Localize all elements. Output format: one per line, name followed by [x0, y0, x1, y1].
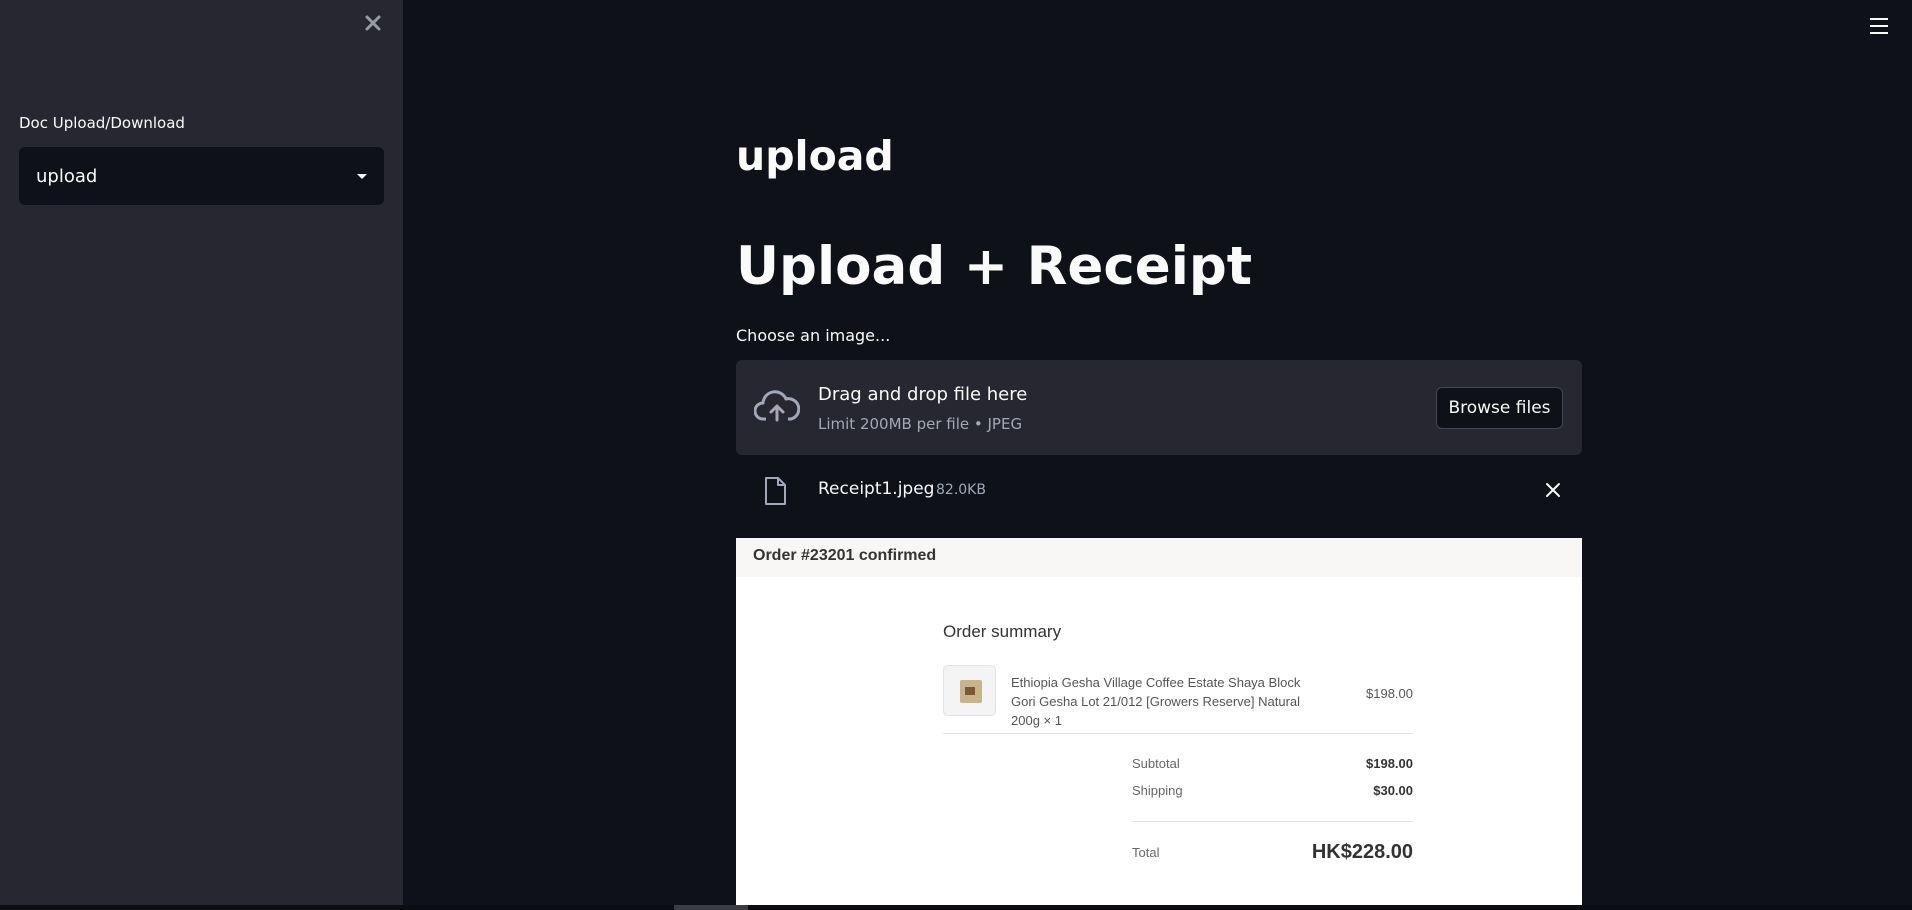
total-label: Total [1132, 845, 1160, 860]
chevron-down-icon [357, 173, 367, 179]
browse-files-button[interactable]: Browse files [1436, 387, 1563, 429]
sidebar: Doc Upload/Download upload [0, 0, 403, 905]
cloud-upload-icon [754, 390, 800, 422]
item-price: $198.00 [1366, 686, 1413, 701]
select-value: upload [36, 165, 98, 187]
page-title: Upload + Receipt [736, 236, 1253, 297]
uploaded-file: Receipt1.jpeg 82.0KB [736, 468, 1582, 512]
dropzone-limit: Limit 200MB per file • JPEG [818, 415, 1023, 433]
file-size: 82.0KB [936, 482, 986, 498]
divider [1132, 821, 1413, 822]
uploader-label: Choose an image... [736, 326, 891, 345]
shipping-value: $30.00 [1373, 783, 1413, 798]
order-title: Order #23201 confirmed [753, 547, 937, 564]
select-label: Doc Upload/Download [19, 114, 185, 132]
receipt-header-bar: Order #23201 confirmed [736, 538, 1582, 577]
file-dropzone[interactable]: Drag and drop file here Limit 200MB per … [736, 360, 1582, 455]
item-name: Ethiopia Gesha Village Coffee Estate Sha… [1011, 675, 1301, 728]
product-thumbnail [943, 665, 996, 716]
file-name: Receipt1.jpeg [818, 479, 935, 499]
subtotal-value: $198.00 [1366, 756, 1413, 771]
page-heading: upload [736, 132, 894, 180]
close-sidebar-icon[interactable] [360, 10, 386, 36]
remove-file-icon[interactable] [1541, 478, 1565, 502]
divider [943, 733, 1413, 734]
bottom-edge [0, 905, 1912, 910]
file-icon [765, 477, 786, 505]
receipt-image-preview: Order #23201 confirmed Order summary Eth… [736, 538, 1582, 905]
mode-select[interactable]: upload [19, 147, 384, 205]
dropzone-instructions: Drag and drop file here [818, 384, 1028, 405]
shipping-label: Shipping [1132, 783, 1183, 798]
main-menu-icon[interactable] [1868, 16, 1890, 36]
horizontal-scrollbar[interactable] [674, 905, 748, 910]
order-summary-title: Order summary [943, 622, 1062, 641]
total-value: HK$228.00 [1311, 841, 1413, 863]
subtotal-label: Subtotal [1132, 756, 1180, 771]
